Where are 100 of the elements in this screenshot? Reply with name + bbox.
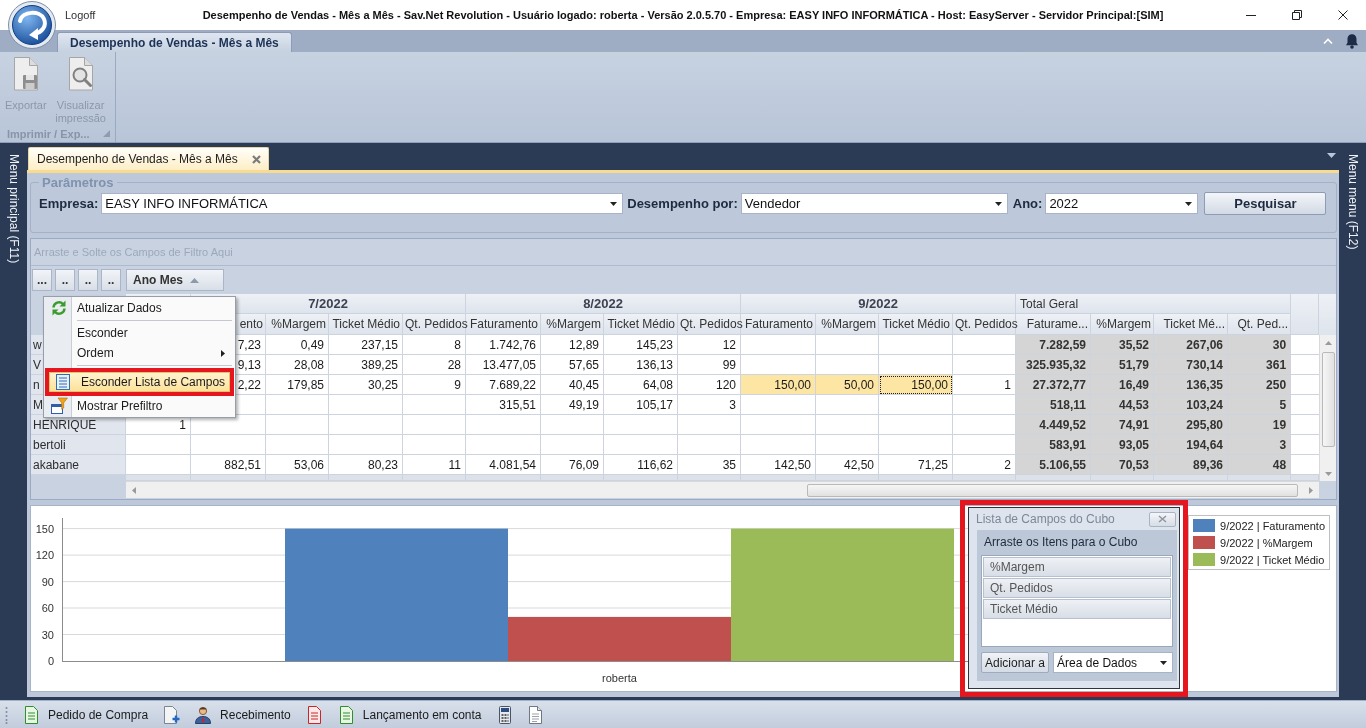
row-header[interactable]: akabane: [31, 455, 126, 475]
table-cell: 116,62: [604, 455, 678, 475]
table-cell: 120: [678, 375, 742, 395]
document-plus-icon[interactable]: [162, 705, 181, 724]
table-cell: 8: [403, 335, 466, 355]
menu-item[interactable]: Esconder Lista de Campos: [49, 372, 230, 392]
table-cell: 35,52: [1091, 335, 1155, 355]
column-group-header: 9/2022: [741, 294, 1017, 314]
caret-down-icon[interactable]: [1327, 153, 1336, 158]
restore-icon: [1292, 10, 1302, 20]
dropdown-field[interactable]: Vendedor: [740, 193, 1008, 214]
column-header[interactable]: Faturamento: [741, 314, 817, 335]
table-cell: [1291, 415, 1320, 435]
table-cell: [1291, 335, 1320, 355]
dialog-launcher-icon[interactable]: [103, 130, 110, 137]
side-panel-tab[interactable]: Menu principal (F11): [6, 154, 21, 264]
menu-item[interactable]: Mostrar Prefiltro: [45, 396, 234, 416]
table-cell: 4.449,52: [1016, 415, 1092, 435]
scrollbar-thumb[interactable]: [807, 483, 1298, 497]
horizontal-scrollbar[interactable]: [126, 481, 1319, 498]
axis-tick-label: 150: [35, 522, 54, 535]
table-cell: 51,79: [1091, 355, 1155, 375]
table-cell: 49,19: [541, 395, 604, 415]
search-button[interactable]: Pesquisar: [1204, 192, 1327, 215]
collapse-ribbon-icon[interactable]: [1323, 38, 1333, 44]
table-cell: 194,64: [1154, 435, 1229, 455]
table-cell: 50,00: [816, 375, 880, 395]
table-cell: 19: [1228, 415, 1292, 435]
column-field-button[interactable]: Ano Mes: [126, 269, 225, 291]
table-cell: 0,49: [266, 335, 329, 355]
column-header[interactable]: Qt. Ped...: [1228, 314, 1292, 335]
field-button[interactable]: ..: [101, 269, 121, 291]
table-cell: 5: [1228, 395, 1292, 415]
close-icon: [1158, 515, 1167, 523]
table-cell: 7.689,22: [466, 375, 541, 395]
app-logo-icon[interactable]: [7, 1, 57, 49]
column-header[interactable]: Ticket Médio: [329, 314, 403, 335]
column-header[interactable]: %Margem: [541, 314, 604, 335]
vertical-scrollbar[interactable]: [1319, 335, 1337, 481]
close-button[interactable]: [1149, 511, 1176, 527]
dropdown-arrow-icon: [1185, 201, 1193, 206]
dropdown-field[interactable]: Área de Dados: [1053, 652, 1173, 673]
table-cell: 71,25: [879, 455, 954, 475]
toolbar-button[interactable]: Lançamento em conta: [334, 702, 484, 727]
table-cell: 389,25: [329, 355, 403, 375]
scrollbar-thumb[interactable]: [1321, 352, 1335, 447]
dialog-hint: Arraste os Itens para o Cubo: [984, 535, 1139, 549]
column-header[interactable]: Ticket Médio: [604, 314, 678, 335]
table-cell: 295,80: [1154, 415, 1229, 435]
column-header[interactable]: Ticket Médio: [879, 314, 954, 335]
table-cell: 2: [953, 455, 1017, 475]
column-header[interactable]: %Margem: [816, 314, 880, 335]
side-panel-tab[interactable]: Menu menu (F12): [1345, 154, 1360, 250]
add-button[interactable]: Adicionar a: [981, 652, 1050, 673]
field-label: Ano:: [1012, 196, 1043, 211]
column-header[interactable]: %Margem: [1091, 314, 1155, 335]
dropdown-field[interactable]: EASY INFO INFORMÁTICA: [101, 193, 624, 214]
close-icon[interactable]: [251, 154, 261, 164]
column-group-header: 8/2022: [466, 294, 742, 314]
list-item[interactable]: Qt. Pedidos: [983, 578, 1171, 598]
table-cell: 237,15: [329, 335, 403, 355]
table-cell: 103,24: [1154, 395, 1229, 415]
scroll-left-icon[interactable]: [132, 486, 136, 494]
axis-tick-label: 0: [47, 655, 54, 667]
field-button[interactable]: ..: [55, 269, 75, 291]
column-header[interactable]: Qt. Pedidos: [678, 314, 742, 335]
table-cell: 44,53: [1091, 395, 1155, 415]
field-button[interactable]: ...: [32, 269, 52, 291]
column-header[interactable]: Faturamento: [466, 314, 541, 335]
table-cell: 150,00: [879, 375, 954, 395]
table-cell: 70,53: [1091, 455, 1155, 475]
axis-tick-label: 60: [41, 602, 54, 614]
list-item[interactable]: %Margem: [983, 557, 1171, 577]
scroll-up-icon[interactable]: [1324, 341, 1332, 345]
group-title: Parâmetros: [41, 175, 115, 190]
ribbon-tab[interactable]: Desempenho de Vendas - Mês a Mês: [57, 32, 292, 52]
field-button[interactable]: ..: [78, 269, 98, 291]
row-header[interactable]: bertoli: [31, 435, 126, 455]
table-cell: 53,06: [266, 455, 329, 475]
scroll-right-icon[interactable]: [1309, 486, 1313, 494]
table-cell: 48: [1228, 455, 1292, 475]
table-cell: 250: [1228, 375, 1292, 395]
table-cell: 30,25: [329, 375, 403, 395]
document-tab[interactable]: Desempenho de Vendas - Mês a Mês: [28, 147, 269, 170]
toolbar-button[interactable]: Recebimento: [192, 702, 293, 727]
dropdown-field[interactable]: 2022: [1045, 193, 1199, 214]
table-cell: 325.935,32: [1016, 355, 1092, 375]
logoff-link[interactable]: Logoff: [65, 9, 96, 21]
column-header[interactable]: Faturame...: [1016, 314, 1092, 335]
column-header[interactable]: %Margem: [266, 314, 329, 335]
toolbar-button[interactable]: Pedido de Compra: [20, 702, 151, 727]
column-header[interactable]: Qt. Pedidos: [403, 314, 466, 335]
table-cell: 40,45: [541, 375, 604, 395]
column-header[interactable]: Ticket Mé...: [1154, 314, 1229, 335]
list-item[interactable]: Ticket Médio: [983, 599, 1171, 619]
grip-icon: [5, 705, 8, 724]
bell-icon[interactable]: [1345, 33, 1359, 49]
scroll-down-icon[interactable]: [1324, 472, 1332, 476]
column-header[interactable]: Qt. Pedidos: [953, 314, 1017, 335]
legend-label: 9/2022 | Ticket Médio: [1220, 553, 1325, 566]
